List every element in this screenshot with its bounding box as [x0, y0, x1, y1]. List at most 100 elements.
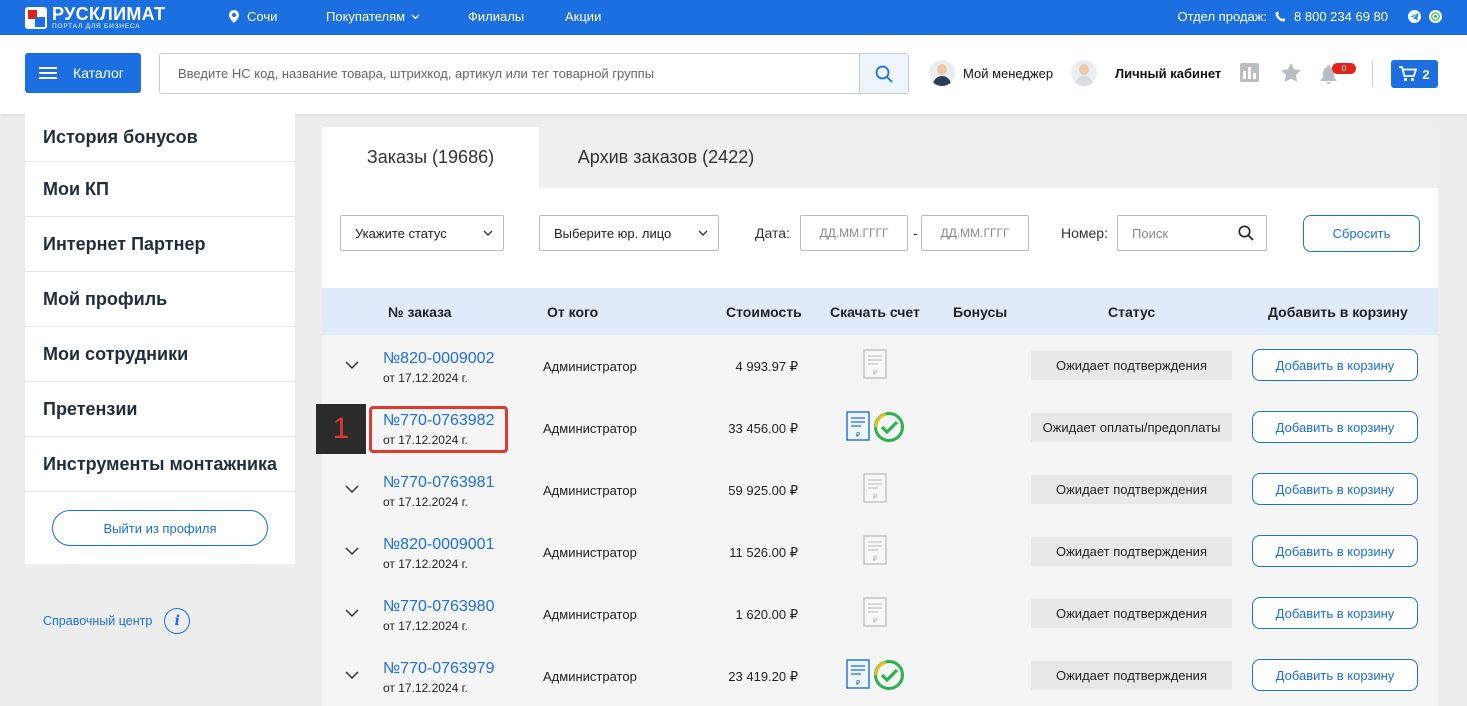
order-date: от 17.12.2024 г. — [383, 495, 468, 509]
orders-table-header: № заказа От кого Стоимость Скачать счет … — [322, 288, 1438, 335]
order-cost: 4 993.97 ₽ — [735, 359, 799, 374]
svg-text:₽: ₽ — [856, 432, 861, 439]
invoice-icon: ₽ — [863, 473, 887, 503]
tab-orders[interactable]: Заказы (19686) — [322, 127, 539, 188]
telegram-icon[interactable] — [1408, 10, 1421, 23]
order-cost: 33 456.00 ₽ — [728, 421, 798, 436]
date-separator: - — [913, 225, 918, 241]
sidebar-item-my-employees[interactable]: Мои сотрудники — [25, 327, 295, 382]
order-number-input[interactable]: Поиск — [1117, 215, 1267, 251]
order-number-link[interactable]: №770-0763979 — [383, 660, 494, 678]
sidebar-item-bonus-history[interactable]: История бонусов — [25, 114, 295, 162]
order-number-link[interactable]: №770-0763980 — [383, 598, 494, 616]
filters-bar: Укажите статус Выберите юр. лицо Дата: Д… — [322, 188, 1438, 288]
catalog-label: Каталог — [73, 65, 124, 81]
nav-buyers[interactable]: Покупателям — [326, 9, 420, 24]
expand-chevron-icon[interactable] — [344, 605, 360, 621]
order-cost: 59 925.00 ₽ — [728, 483, 798, 498]
reset-button[interactable]: Сбросить — [1303, 215, 1420, 252]
user-avatar — [1071, 60, 1097, 86]
order-date: от 17.12.2024 г. — [383, 557, 468, 571]
payment-check-icon[interactable] — [873, 411, 905, 443]
expand-chevron-icon[interactable] — [344, 357, 360, 373]
order-from: Администратор — [543, 545, 637, 560]
whatsapp-icon[interactable] — [1429, 10, 1442, 23]
status-badge: Ожидает подтверждения — [1031, 351, 1232, 380]
col-download-invoice: Скачать счет — [830, 304, 920, 320]
logo-icon — [25, 6, 47, 29]
order-number-link[interactable]: №820-0009001 — [383, 536, 494, 554]
order-from: Администратор — [543, 669, 637, 684]
table-row: №770-0763979 от 17.12.2024 г. Администра… — [322, 645, 1438, 706]
bar-chart-icon[interactable] — [1240, 63, 1259, 82]
logo-subtitle: ПОРТАЛ ДЛЯ БИЗНЕСА — [52, 23, 141, 30]
add-to-cart-button[interactable]: Добавить в корзину — [1252, 597, 1418, 629]
order-number-placeholder: Поиск — [1132, 225, 1169, 241]
order-number-link[interactable]: №820-0009002 — [383, 350, 494, 368]
order-from: Администратор — [543, 421, 637, 436]
sidebar-item-internet-partner[interactable]: Интернет Партнер — [25, 217, 295, 272]
legal-entity-select[interactable]: Выберите юр. лицо — [539, 215, 719, 251]
sales-label: Отдел продаж: — [1177, 9, 1268, 24]
col-add-to-cart: Добавить в корзину — [1268, 304, 1408, 320]
table-row: №820-0009002 от 17.12.2024 г. Администра… — [322, 335, 1438, 397]
col-bonuses: Бонусы — [953, 304, 1008, 320]
status-select[interactable]: Укажите статус — [340, 215, 504, 251]
invoice-download-icon[interactable]: ₽ — [846, 411, 870, 441]
header: Каталог Мой менеджер Личный кабинет 0 2 — [0, 35, 1467, 114]
catalog-button[interactable]: Каталог — [25, 53, 141, 93]
order-date: от 17.12.2024 г. — [383, 371, 468, 385]
expand-chevron-icon[interactable] — [344, 543, 360, 559]
payment-check-icon[interactable] — [873, 659, 905, 691]
table-row: №770-0763980 от 17.12.2024 г. Администра… — [322, 583, 1438, 645]
search-input[interactable] — [160, 54, 859, 93]
city-selector[interactable]: Сочи — [229, 9, 277, 24]
tab-orders-archive[interactable]: Архив заказов (2422) — [539, 127, 793, 188]
sales-phone[interactable]: 8 800 234 69 80 — [1294, 9, 1388, 24]
search-button[interactable] — [859, 54, 908, 93]
legal-entity-select-value: Выберите юр. лицо — [554, 225, 672, 241]
nav-branches[interactable]: Филиалы — [468, 9, 524, 24]
location-pin-icon — [229, 10, 239, 23]
nav-promotions[interactable]: Акции — [565, 9, 601, 24]
add-to-cart-button[interactable]: Добавить в корзину — [1252, 349, 1418, 381]
info-icon: i — [164, 608, 191, 634]
help-center-link[interactable]: Справочный центр i — [43, 608, 191, 634]
sidebar-item-claims[interactable]: Претензии — [25, 382, 295, 437]
expand-chevron-icon[interactable] — [344, 667, 360, 683]
date-from-input[interactable]: ДД.ММ.ГГГГ — [800, 215, 908, 251]
sidebar-item-my-profile[interactable]: Мой профиль — [25, 272, 295, 327]
order-from: Администратор — [543, 483, 637, 498]
sidebar-item-my-quotes[interactable]: Мои КП — [25, 162, 295, 217]
status-badge: Ожидает подтверждения — [1031, 599, 1232, 628]
logo[interactable]: РУСКЛИМАТ ПОРТАЛ ДЛЯ БИЗНЕСА — [25, 5, 165, 31]
add-to-cart-button[interactable]: Добавить в корзину — [1252, 659, 1418, 691]
add-to-cart-button[interactable]: Добавить в корзину — [1252, 411, 1418, 443]
cart-count: 2 — [1422, 66, 1430, 82]
menu-icon — [39, 67, 57, 79]
cart-icon — [1399, 66, 1418, 82]
order-date: от 17.12.2024 г. — [383, 619, 468, 633]
order-number-link[interactable]: №770-0763981 — [383, 474, 494, 492]
expand-chevron-icon[interactable] — [344, 481, 360, 497]
orders-table-body: №820-0009002 от 17.12.2024 г. Администра… — [322, 335, 1438, 706]
add-to-cart-button[interactable]: Добавить в корзину — [1252, 535, 1418, 567]
date-label: Дата: — [755, 225, 790, 241]
date-to-input[interactable]: ДД.ММ.ГГГГ — [921, 215, 1029, 251]
search-icon — [1238, 225, 1254, 241]
phone-icon — [1275, 11, 1286, 22]
sidebar-item-installer-tools[interactable]: Инструменты монтажника — [25, 437, 295, 492]
svg-text:₽: ₽ — [856, 680, 861, 687]
add-to-cart-button[interactable]: Добавить в корзину — [1252, 473, 1418, 505]
search-bar — [159, 53, 909, 94]
cart-button[interactable]: 2 — [1391, 60, 1438, 88]
personal-cabinet[interactable]: Личный кабинет — [1071, 60, 1221, 86]
col-status: Статус — [1108, 304, 1156, 320]
invoice-download-icon[interactable]: ₽ — [846, 659, 870, 689]
nav-buyers-label: Покупателям — [326, 9, 406, 24]
status-select-value: Укажите статус — [355, 225, 447, 241]
my-manager[interactable]: Мой менеджер — [929, 60, 1053, 86]
star-icon[interactable] — [1281, 63, 1301, 82]
logout-button[interactable]: Выйти из профиля — [52, 510, 268, 546]
svg-text:₽: ₽ — [873, 370, 878, 377]
